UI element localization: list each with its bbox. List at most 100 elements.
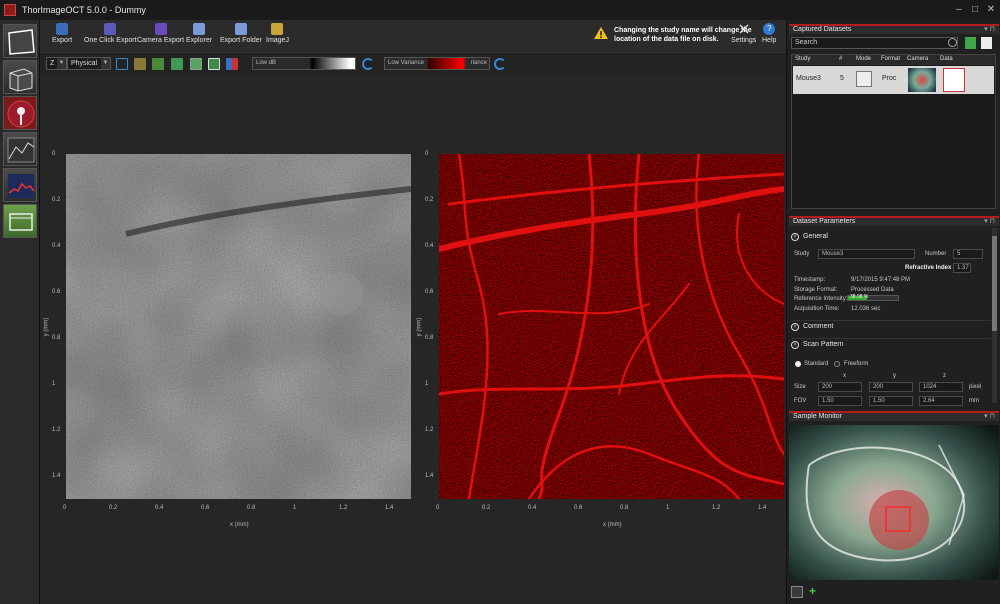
search-icon[interactable] [948, 38, 957, 47]
db-range-slider[interactable]: Low dB [252, 57, 356, 70]
title-bar: ThorImageOCT 5.0.0 - Dummy – □ ✕ [0, 0, 1000, 20]
size-x-field[interactable]: 200 [818, 382, 862, 392]
variance-range-slider[interactable]: Low Variance riance [384, 57, 490, 70]
app-logo-icon [4, 4, 16, 16]
pin-icon[interactable]: ▾ ⊓ [984, 218, 995, 226]
right-y-axis-label: y (mm) [416, 317, 423, 337]
chevron-down-icon: ▼ [57, 58, 66, 69]
fit-icon[interactable] [116, 58, 128, 70]
explorer-icon [193, 23, 206, 35]
pin-icon[interactable]: ▾ ⊓ [984, 26, 995, 34]
y-tick-label: 0.6 [425, 289, 434, 295]
probe-button[interactable] [3, 96, 37, 130]
number-field[interactable]: 5 [953, 249, 983, 259]
layout-mode-button[interactable] [3, 204, 37, 238]
maximize-icon[interactable]: □ [968, 3, 982, 16]
camera-thumbnail [908, 68, 936, 92]
standard-radio[interactable] [795, 361, 801, 367]
table-row[interactable]: Mouse3 5 Proc [793, 66, 994, 94]
export-folder-button[interactable]: Export Folder [220, 23, 262, 44]
fov-x-field[interactable]: 1.50 [818, 396, 862, 406]
mode-2d-button[interactable] [3, 24, 37, 58]
y-tick-label: 1.2 [52, 427, 61, 433]
new-dataset-icon[interactable] [965, 37, 976, 49]
axis-select[interactable]: Z ▼ [46, 57, 67, 70]
freeform-radio[interactable] [834, 361, 840, 367]
reference-intensity-bar: 38.08 % [847, 294, 899, 301]
help-button[interactable]: ? Help [762, 23, 776, 44]
graph-mode-button[interactable] [3, 132, 37, 166]
scan-pattern-section-toggle[interactable]: ˄ Scan Pattern [791, 338, 991, 350]
imagej-icon [271, 23, 284, 35]
angiography-image[interactable] [439, 154, 784, 499]
x-tick-label: 0.8 [247, 505, 256, 511]
add-icon[interactable]: + [809, 584, 816, 598]
right-panel: Captured Datasets ▾ ⊓ Search Study # Mode… [786, 20, 1000, 604]
view-toolbar: Z ▼ Physical ▼ Low dB Low Variance riance [40, 52, 786, 74]
study-field[interactable]: Mouse3 [818, 249, 915, 259]
one-click-export-icon [104, 23, 117, 35]
mode-thumbnail [856, 71, 872, 87]
refresh-icon[interactable] [494, 58, 506, 70]
parameters-scrollbar[interactable] [992, 228, 997, 403]
close-icon[interactable]: ✕ [984, 3, 998, 16]
single-view-icon[interactable] [208, 58, 220, 70]
refresh-icon[interactable] [362, 58, 374, 70]
one-click-export-button[interactable]: One Click Export [84, 23, 137, 44]
app-title: ThorImageOCT 5.0.0 - Dummy [22, 5, 146, 15]
image-viewer: 0 0.2 0.4 0.6 0.8 1 1.2 1.4 0 0.2 0.4 0.6 0.8 1 1.2 1.4… [40, 74, 786, 604]
x-tick-label: 0 [63, 505, 67, 511]
options-icon[interactable] [981, 37, 992, 49]
x-tick-label: 1 [666, 505, 670, 511]
size-y-field[interactable]: 200 [869, 382, 913, 392]
scrollbar-thumb[interactable] [992, 236, 997, 331]
pin-icon[interactable]: ▾ ⊓ [984, 413, 995, 421]
explorer-button[interactable]: Explorer [186, 23, 212, 44]
graph-icon [7, 137, 35, 163]
sample-monitor-video[interactable] [789, 425, 999, 580]
comment-section-toggle[interactable]: ˅ Comment [791, 320, 991, 332]
x-tick-label: 0.4 [155, 505, 164, 511]
crop-icon[interactable] [134, 58, 146, 70]
y-tick-label: 1.2 [425, 427, 434, 433]
mode-sidebar [0, 20, 40, 604]
app-window: ThorImageOCT 5.0.0 - Dummy – □ ✕ Export … [0, 0, 1000, 604]
y-tick-label: 0.4 [52, 243, 61, 249]
minimize-icon[interactable]: – [952, 3, 966, 16]
fov-y-field[interactable]: 1.50 [869, 396, 913, 406]
mode-3d-button[interactable] [3, 60, 37, 94]
rotate-icon[interactable] [152, 58, 164, 70]
spectrum-mode-button[interactable] [3, 168, 37, 202]
dataset-search-input[interactable]: Search [791, 37, 958, 49]
y-tick-label: 1 [425, 381, 429, 387]
y-tick-label: 0 [52, 151, 56, 157]
flip-icon[interactable] [171, 58, 183, 70]
x-tick-label: 1.4 [385, 505, 394, 511]
general-section-toggle[interactable]: ˄ General [791, 231, 991, 243]
plane-icon [8, 29, 35, 55]
units-select[interactable]: Physical ▼ [67, 57, 111, 70]
y-tick-label: 1.4 [52, 473, 61, 479]
refractive-index-field[interactable]: 1.37 [953, 263, 971, 273]
fov-z-field[interactable]: 2.64 [919, 396, 963, 406]
y-tick-label: 0.4 [425, 243, 434, 249]
camera-export-button[interactable]: Camera Export [137, 23, 184, 44]
cube-icon [9, 68, 33, 92]
table-header: Study # Mode Format Camera Data [792, 55, 995, 65]
select-icon[interactable] [190, 58, 202, 70]
settings-button[interactable]: Settings [731, 23, 756, 44]
dataset-parameters-header: Dataset Parameters ▾ ⊓ [789, 216, 999, 226]
left-x-axis-label: x (mm) [230, 522, 249, 528]
size-z-field[interactable]: 1024 [919, 382, 963, 392]
tool-icon[interactable] [791, 586, 803, 598]
camera-export-icon [154, 23, 167, 35]
overlay-icon[interactable] [226, 58, 238, 70]
sample-monitor-header: Sample Monitor ▾ ⊓ [789, 411, 999, 421]
captured-datasets-header: Captured Datasets ▾ ⊓ [789, 24, 999, 34]
intensity-image[interactable] [66, 154, 411, 499]
export-button[interactable]: Export [52, 23, 72, 44]
y-tick-label: 0.8 [425, 335, 434, 341]
imagej-button[interactable]: ImageJ [266, 23, 289, 44]
datasets-table: Study # Mode Format Camera Data Mouse3 5… [791, 54, 996, 209]
y-tick-label: 1 [52, 381, 56, 387]
